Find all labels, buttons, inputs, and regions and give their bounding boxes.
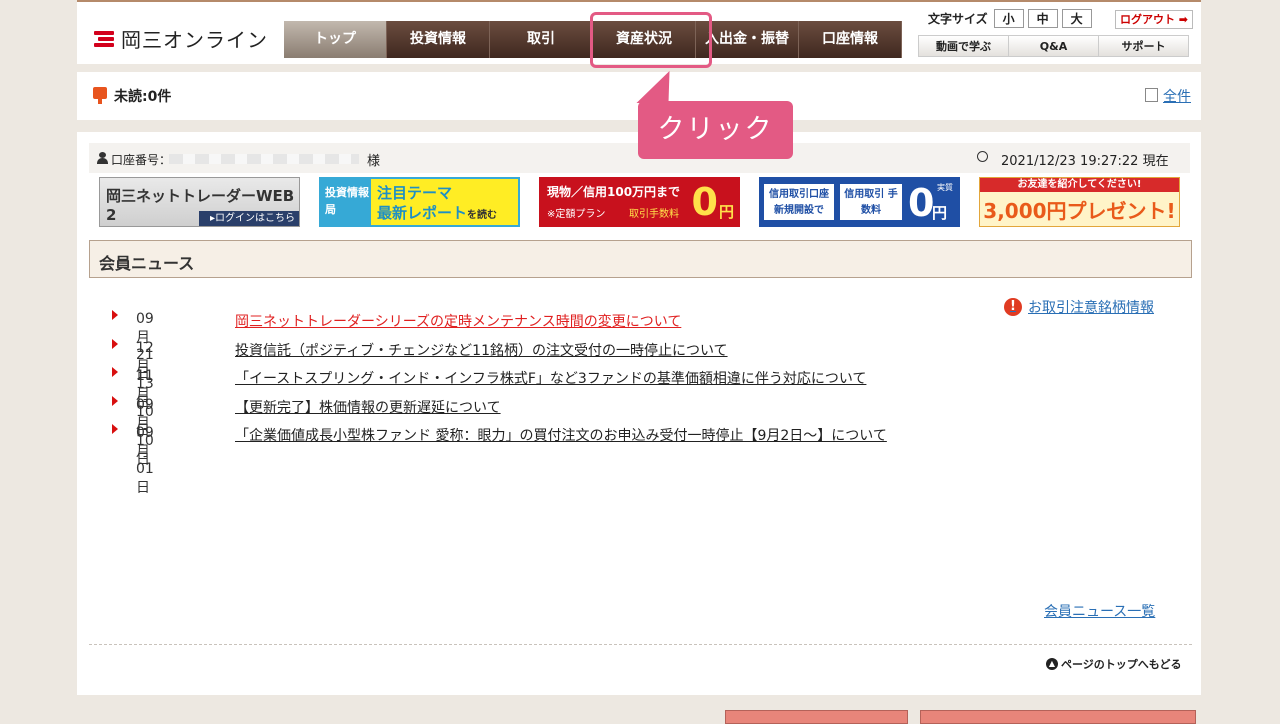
news-date: 09月01日 [136,425,154,496]
banner-net-trader-web2[interactable]: 岡三ネットトレーダーWEB 2 ▸ログインはこちら [99,177,300,227]
all-messages-label: 全件 [1163,89,1191,105]
news-title-link[interactable]: 「イーストスプリング・インド・インフラ株式F」など3ファンドの基準価額相違に伴う… [235,368,866,388]
banner-friend-line2: 3,000円プレゼント! [983,199,1176,223]
footer-button-right[interactable] [920,710,1196,724]
banner-free-plan: ※定額プラン [547,209,606,220]
click-callout: クリック [638,101,793,159]
divider [89,644,1192,645]
banner-theme-line2-main: 最新レポート [377,204,468,222]
banner-theme-label: 投資情報局 [321,179,371,225]
banner-margin-mid: 信用取引 手数料 [840,184,902,220]
banner-free-line1: 現物／信用100万円まで [547,185,681,199]
footer-buttons-partial [725,710,1196,724]
clock-icon [977,151,988,162]
message-icon [93,87,107,104]
banner-friend-referral[interactable]: お友達を紹介してください! 3,000円プレゼント! [979,177,1180,227]
member-news-list-link[interactable]: 会員ニュース一覧 [1044,601,1155,621]
news-title-link[interactable]: 「企業価値成長小型株ファンド 愛称：眼力」の買付注文のお申込み受付一時停止【9月… [235,425,887,445]
banner-margin-account[interactable]: 信用取引口座 新規開設で 信用取引 手数料 実質 0 円 [759,177,960,227]
font-size-medium-button[interactable]: 中 [1027,9,1058,28]
sub-nav: 動画で学ぶ Q&A サポート [918,35,1189,57]
bullet-arrow-icon [112,367,118,377]
footer-button-left[interactable] [725,710,908,724]
current-datetime: 2021/12/23 19:27:22 現在 [1001,154,1169,169]
banner-margin-zero: 0 [908,181,935,225]
font-size-small-button[interactable]: 小 [993,9,1024,28]
logo-text: 岡三オンライン [121,28,268,52]
banner-free-zero: 0 [691,180,718,224]
alert-icon: ! [1004,298,1022,316]
tab-investment-info[interactable]: 投資情報 [387,21,490,58]
window-icon [1145,88,1158,102]
banner-zero-fee[interactable]: 現物／信用100万円まで ※定額プラン 取引手数料 0 円 [539,177,740,227]
unread-count: 未読:0件 [114,89,172,105]
font-size-control: 文字サイズ 小 中 大 [928,9,1096,28]
bullet-arrow-icon [112,395,118,406]
account-honorific: 様 [367,154,381,169]
tab-trade[interactable]: 取引 [490,21,593,58]
logout-button[interactable]: ログアウト ➡ [1115,10,1193,29]
person-icon [97,152,108,164]
account-number-label: 口座番号： [111,153,172,167]
banner-free-fee: 取引手数料 [629,209,679,220]
video-learn-button[interactable]: 動画で学ぶ [918,35,1009,57]
member-news-heading: 会員ニュース [89,240,1192,278]
banner-web2-login: ▸ログインはこちら [199,211,299,226]
banner-friend-line1: お友達を紹介してください! [980,178,1179,192]
faq-button[interactable]: Q&A [1008,35,1099,57]
font-size-label: 文字サイズ [928,12,988,26]
banner-margin-note: 実質 [937,183,953,192]
page-top-label: ページのトップへもどる [1061,658,1182,671]
banner-row: 岡三ネットトレーダーWEB 2 ▸ログインはこちら 投資情報局 注目テーマ 最新… [99,177,1199,227]
caution-stocks-link[interactable]: ! お取引注意銘柄情報 [1004,297,1154,317]
banner-theme-line2-suffix: を読む [467,210,498,221]
font-size-large-button[interactable]: 大 [1061,9,1092,28]
banner-theme-line2: 最新レポートを読む [377,202,497,223]
arrow-up-icon: ▲ [1046,658,1058,670]
banner-free-yen: 円 [718,203,734,221]
main-content: 口座番号： 様 2021/12/23 19:27:22 現在 岡三ネットトレーダ… [77,132,1201,695]
news-title-link[interactable]: 【更新完了】株価情報の更新遅延について [235,397,501,417]
account-number-masked [169,154,359,164]
all-messages-link[interactable]: 全件 [1145,86,1191,106]
bullet-arrow-icon [112,338,118,349]
page-top-link[interactable]: ▲ ページのトップへもどる [1046,656,1182,672]
banner-margin-left: 信用取引口座 新規開設で [764,184,834,220]
bullet-arrow-icon [112,424,118,434]
member-news-title: 会員ニュース [99,254,195,273]
banner-theme-line1: 注目テーマ [377,184,453,202]
support-button[interactable]: サポート [1098,35,1189,57]
bullet-arrow-icon [112,310,118,320]
caution-stocks-label: お取引注意銘柄情報 [1028,300,1154,316]
tab-top[interactable]: トップ [284,21,387,58]
news-title-link[interactable]: 岡三ネットトレーダーシリーズの定時メンテナンス時間の変更について [235,311,681,331]
banner-margin-yen: 円 [932,204,948,222]
logo[interactable]: 岡三オンライン [94,24,268,53]
banner-theme-report[interactable]: 投資情報局 注目テーマ 最新レポートを読む [319,177,520,227]
tab-account-info[interactable]: 口座情報 [799,21,902,58]
news-title-link[interactable]: 投資信託（ポジティブ・チェンジなど11銘柄）の注文受付の一時停止について [235,340,728,360]
logo-mark-icon [94,30,114,47]
click-highlight-box [590,12,712,68]
